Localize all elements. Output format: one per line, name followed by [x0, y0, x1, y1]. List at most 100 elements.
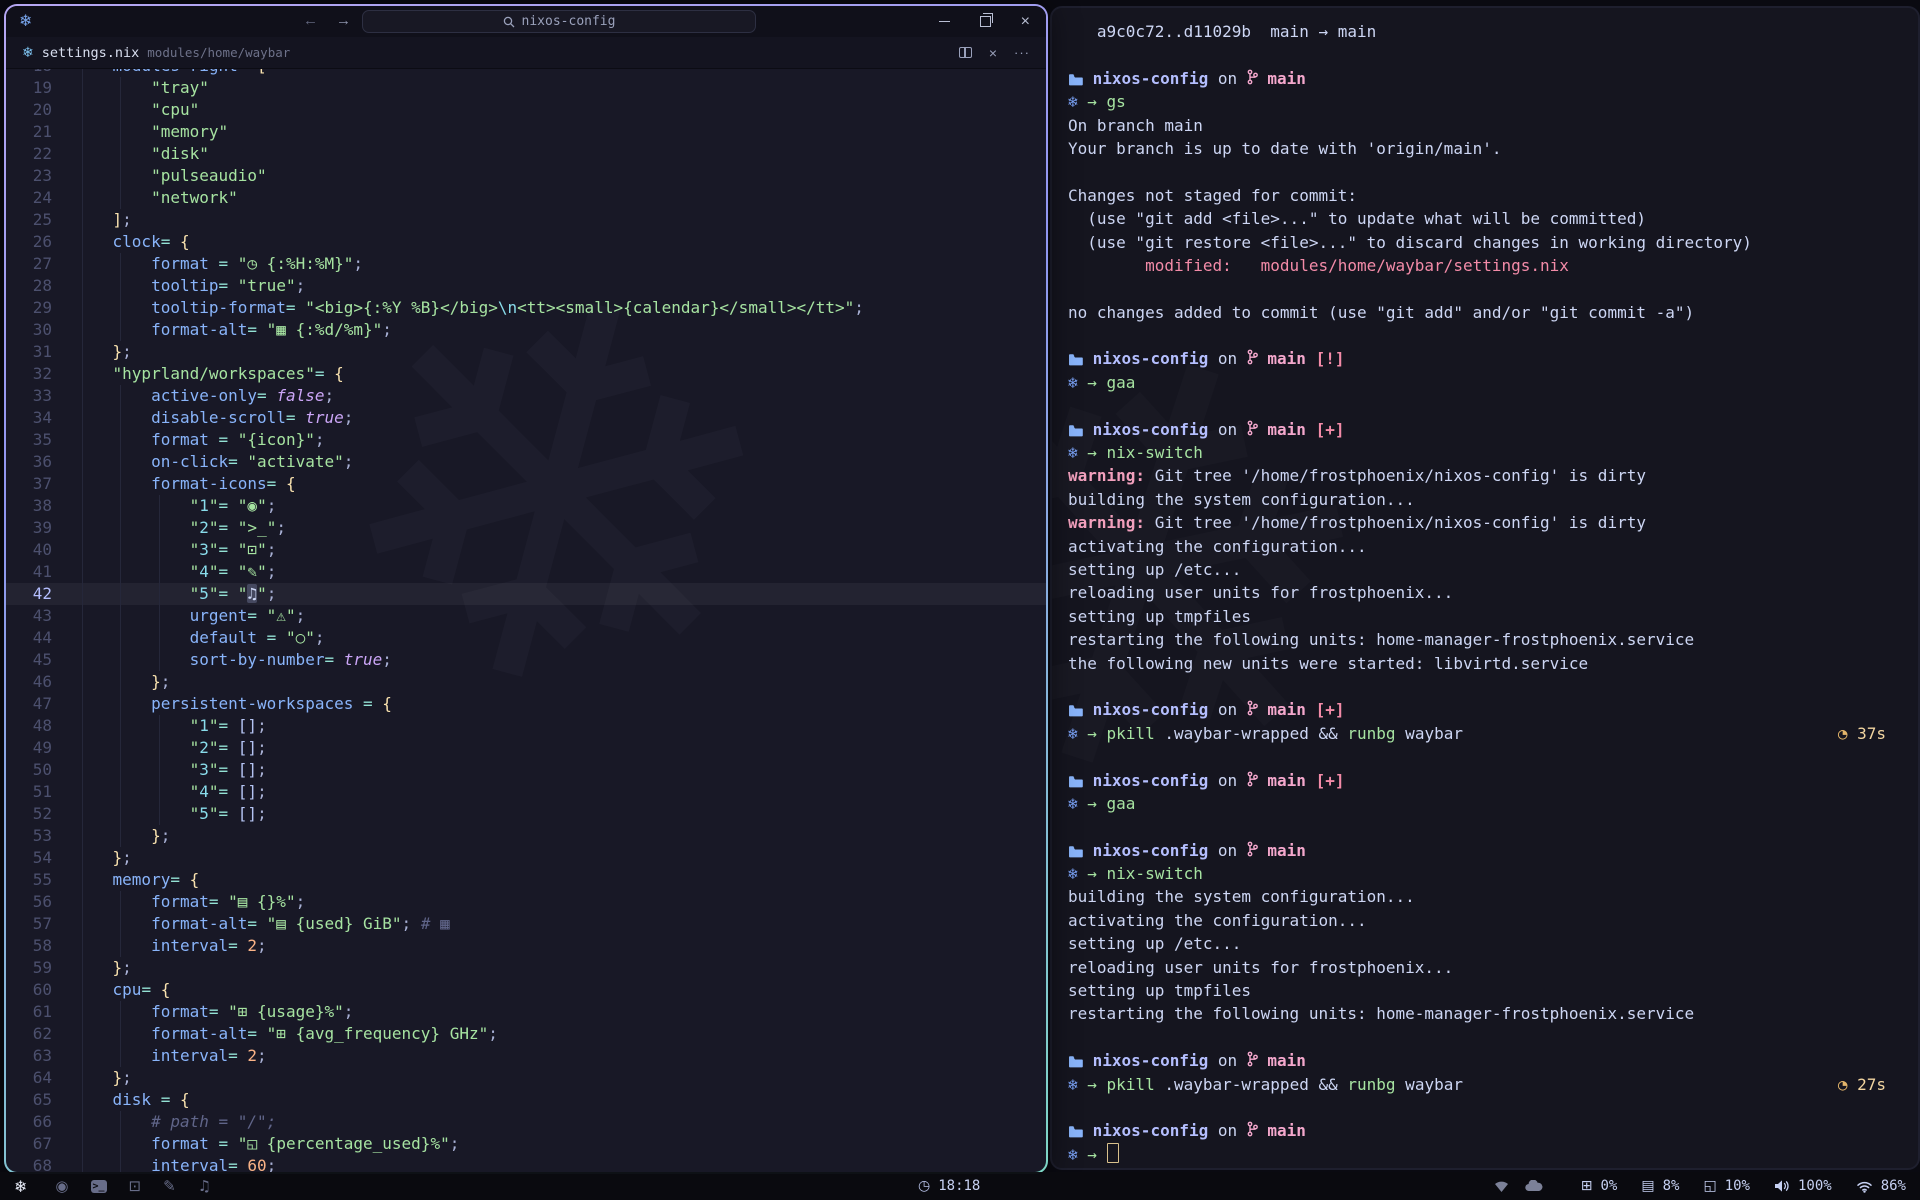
line-number: 53 [6, 825, 52, 847]
close-icon[interactable]: × [1021, 14, 1030, 30]
tab-filepath: modules/home/waybar [147, 45, 290, 60]
code-token: \n [498, 298, 517, 317]
volume-module[interactable]: 100% [1774, 1178, 1832, 1194]
terminal-content[interactable]: a9c0c72..d11029b main → main nixos-confi… [1052, 8, 1918, 1168]
indent-guide [82, 429, 83, 451]
disk-value: 10% [1725, 1178, 1750, 1194]
workspace-2-terminal[interactable]: >_ [91, 1180, 107, 1193]
cpu-module[interactable]: ⊞0% [1581, 1178, 1618, 1194]
indent-guide [82, 803, 83, 825]
git-branch-icon [1247, 418, 1258, 441]
code-token [296, 408, 306, 427]
memory-module[interactable]: ▤8% [1641, 1178, 1679, 1194]
indent-guide [159, 605, 160, 627]
code-token: "◉" [238, 496, 267, 515]
indent-guide [120, 187, 121, 209]
indent-guide [82, 583, 83, 605]
code-token: 3 [199, 760, 209, 779]
code-token: clock [113, 232, 161, 251]
code-token: { [334, 364, 344, 383]
terminal-token [1083, 841, 1093, 860]
code-token: " [190, 540, 200, 559]
code-token: ; [257, 1046, 267, 1065]
nix-file-icon: ❄ [22, 45, 34, 61]
code-token: = [228, 936, 238, 955]
split-editor-icon[interactable] [959, 47, 972, 58]
cloud-tray-icon[interactable] [1525, 1180, 1543, 1192]
nav-forward-button[interactable]: → [336, 12, 351, 29]
line-number: 52 [6, 803, 52, 825]
workspace-1-browser[interactable]: ◉ [55, 1177, 68, 1195]
indent-guide [82, 1089, 83, 1111]
code-token: on-click [151, 452, 228, 471]
terminal-line: restarting the following units: home-man… [1068, 1002, 1902, 1025]
disk-module[interactable]: ◱10% [1703, 1178, 1750, 1194]
code-token: 5 [199, 804, 209, 823]
code-text: disable-scroll= true; [52, 407, 1046, 429]
terminal-token [1258, 349, 1268, 368]
code-area[interactable]: 18 modules-right= [19 "tray"20 "cpu"21 "… [6, 69, 1046, 1172]
code-token: 1 [199, 496, 209, 515]
workspace-4-notes[interactable]: ✎ [163, 1177, 176, 1195]
indent-guide [82, 121, 83, 143]
indent-guide [82, 891, 83, 913]
line-number: 33 [6, 385, 52, 407]
code-token: = [247, 914, 257, 933]
code-token: = [267, 474, 277, 493]
terminal-line: Your branch is up to date with 'origin/m… [1068, 137, 1902, 160]
terminal-token: nixos-config [1093, 69, 1209, 88]
terminal-line [1068, 1026, 1902, 1049]
code-text: disk = { [52, 1089, 1046, 1111]
terminal-token: main [1267, 69, 1306, 88]
network-tray-icon[interactable] [1494, 1180, 1509, 1192]
code-token: 2 [247, 1046, 257, 1065]
code-line: 31 }; [6, 341, 1046, 363]
line-number: 41 [6, 561, 52, 583]
code-token: 2 [199, 518, 209, 537]
code-token: tooltip-format [151, 298, 286, 317]
terminal-token: nixos-config [1093, 700, 1209, 719]
code-token [74, 210, 113, 229]
line-number: 50 [6, 759, 52, 781]
workspace-5-music[interactable]: ♫ [198, 1177, 211, 1195]
code-token [74, 804, 190, 823]
nix-menu-icon[interactable]: ❄ [14, 1177, 27, 1196]
line-number: 24 [6, 187, 52, 209]
code-token: "cpu" [151, 100, 199, 119]
waybar: ❄ ◉ >_ ⊡ ✎ ♫ ◷ 18:18 ⊞0% ▤8% ◱10% 100% 86% [0, 1172, 1920, 1200]
code-token [74, 826, 151, 845]
line-number: 55 [6, 869, 52, 891]
indent-guide [82, 1111, 83, 1133]
terminal-line: setting up tmpfiles [1068, 605, 1902, 628]
command-center-search[interactable]: nixos-config [362, 10, 756, 33]
more-actions-icon[interactable]: ··· [1014, 45, 1030, 60]
terminal-token: .waybar-wrapped [1155, 724, 1319, 743]
code-text: format-alt= "⊞ {avg_frequency} GHz"; [52, 1023, 1046, 1045]
workspace-3-chat[interactable]: ⊡ [129, 1177, 142, 1195]
folder-icon [1068, 68, 1083, 91]
code-text: "5"= "♫"; [52, 583, 1046, 605]
close-tab-icon[interactable]: × [989, 45, 997, 61]
terminal-token: [+] [1306, 700, 1345, 719]
clock-module[interactable]: ◷ 18:18 [918, 1178, 980, 1194]
terminal-token: reloading user units for frostphoenix... [1068, 958, 1453, 977]
code-token: format [151, 430, 209, 449]
code-token: ; [122, 210, 132, 229]
code-token [219, 1002, 229, 1021]
terminal-token: ❄ [1068, 443, 1087, 462]
terminal-token [1083, 700, 1093, 719]
nav-back-button[interactable]: ← [303, 12, 318, 29]
git-branch-icon [1247, 1049, 1258, 1072]
tab-filename[interactable]: settings.nix [42, 45, 140, 61]
wifi-module[interactable]: 86% [1856, 1178, 1906, 1194]
folder-icon [1068, 840, 1083, 863]
code-text: interval= 2; [52, 1045, 1046, 1067]
code-token: # path = "/"; [151, 1112, 276, 1131]
code-token [74, 364, 113, 383]
indent-guide [82, 297, 83, 319]
line-number: 65 [6, 1089, 52, 1111]
code-token: ; [267, 1156, 277, 1172]
restore-icon[interactable] [980, 16, 991, 27]
code-token: = [219, 738, 229, 757]
minimize-icon[interactable] [939, 21, 950, 23]
